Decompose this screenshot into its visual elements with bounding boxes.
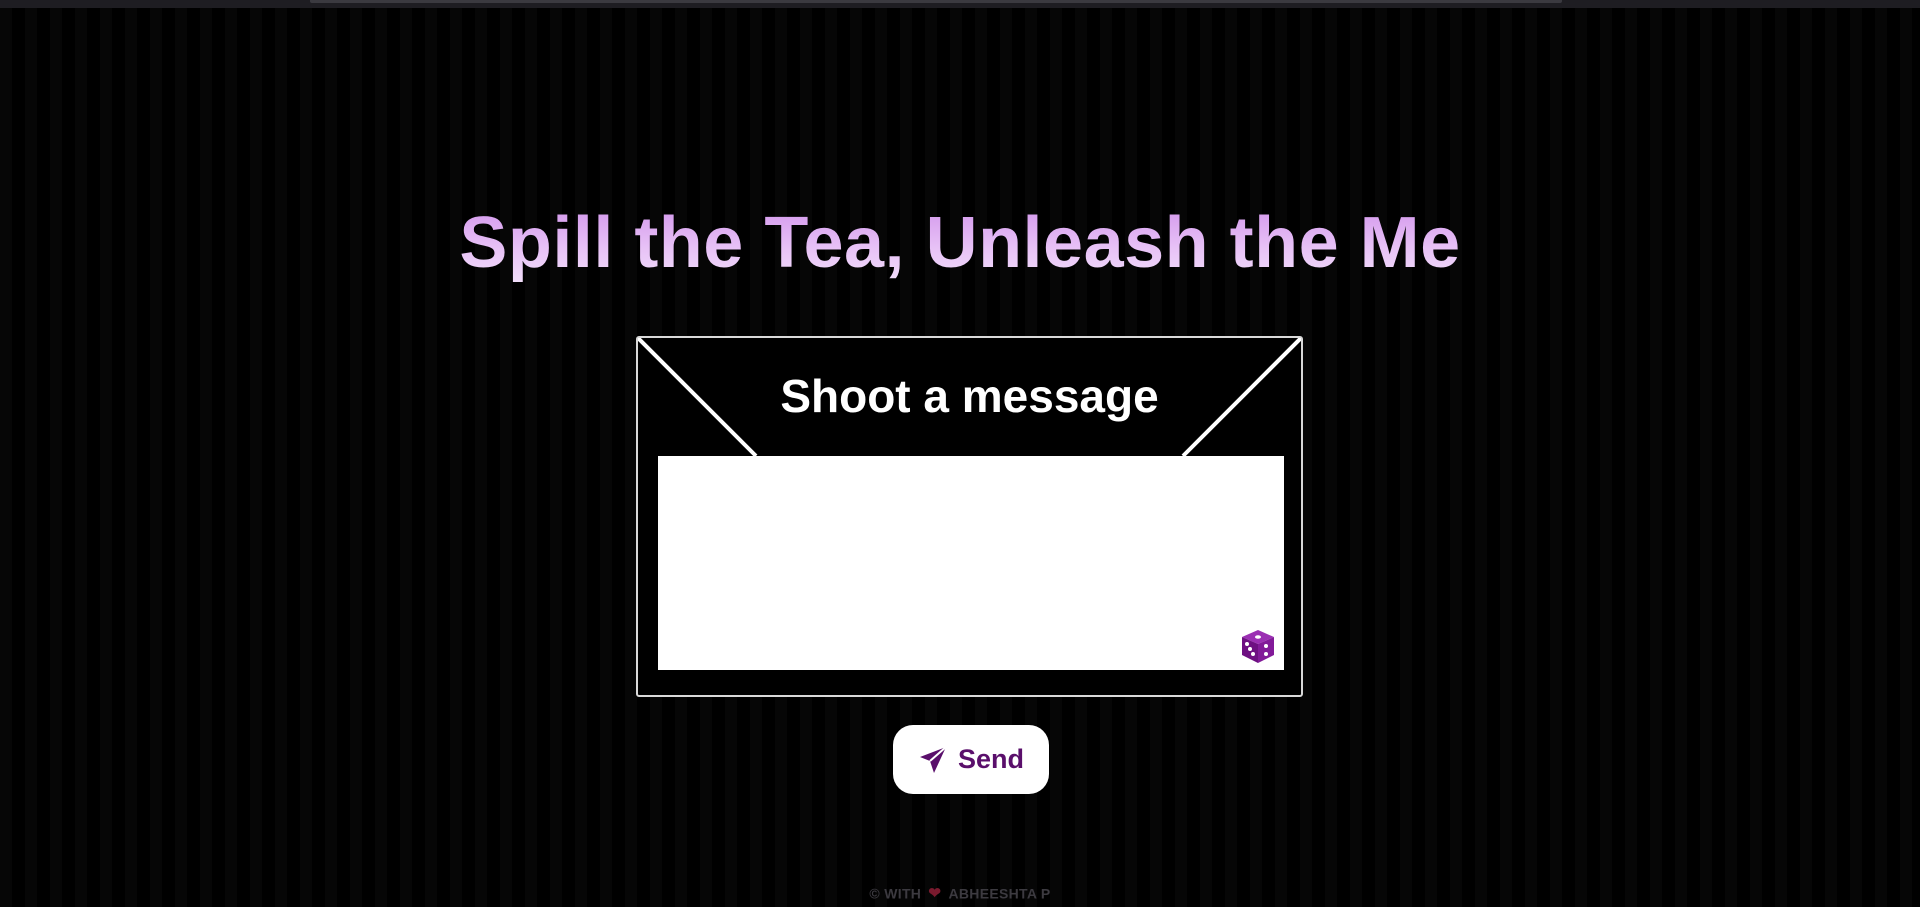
heart-icon: ❤ (928, 885, 942, 903)
footer: © WITH ❤ ABHEESHTA P (0, 884, 1920, 902)
browser-top-bar (0, 0, 1920, 8)
send-label: Send (957, 744, 1024, 774)
footer-with-text: WITH (884, 885, 922, 902)
send-button[interactable]: Send (893, 725, 1049, 794)
message-heading: Shoot a message (780, 370, 1159, 422)
dice-icon[interactable] (1239, 627, 1277, 665)
message-envelope: Shoot a message (636, 336, 1303, 697)
scroll-indicator (310, 0, 1562, 3)
page-title: Spill the Tea, Unleash the Me (0, 198, 1920, 288)
copyright-symbol: © (869, 885, 881, 902)
footer-author: ABHEESHTA P (948, 885, 1051, 902)
message-input[interactable] (658, 456, 1284, 670)
paper-plane-icon (919, 745, 947, 773)
